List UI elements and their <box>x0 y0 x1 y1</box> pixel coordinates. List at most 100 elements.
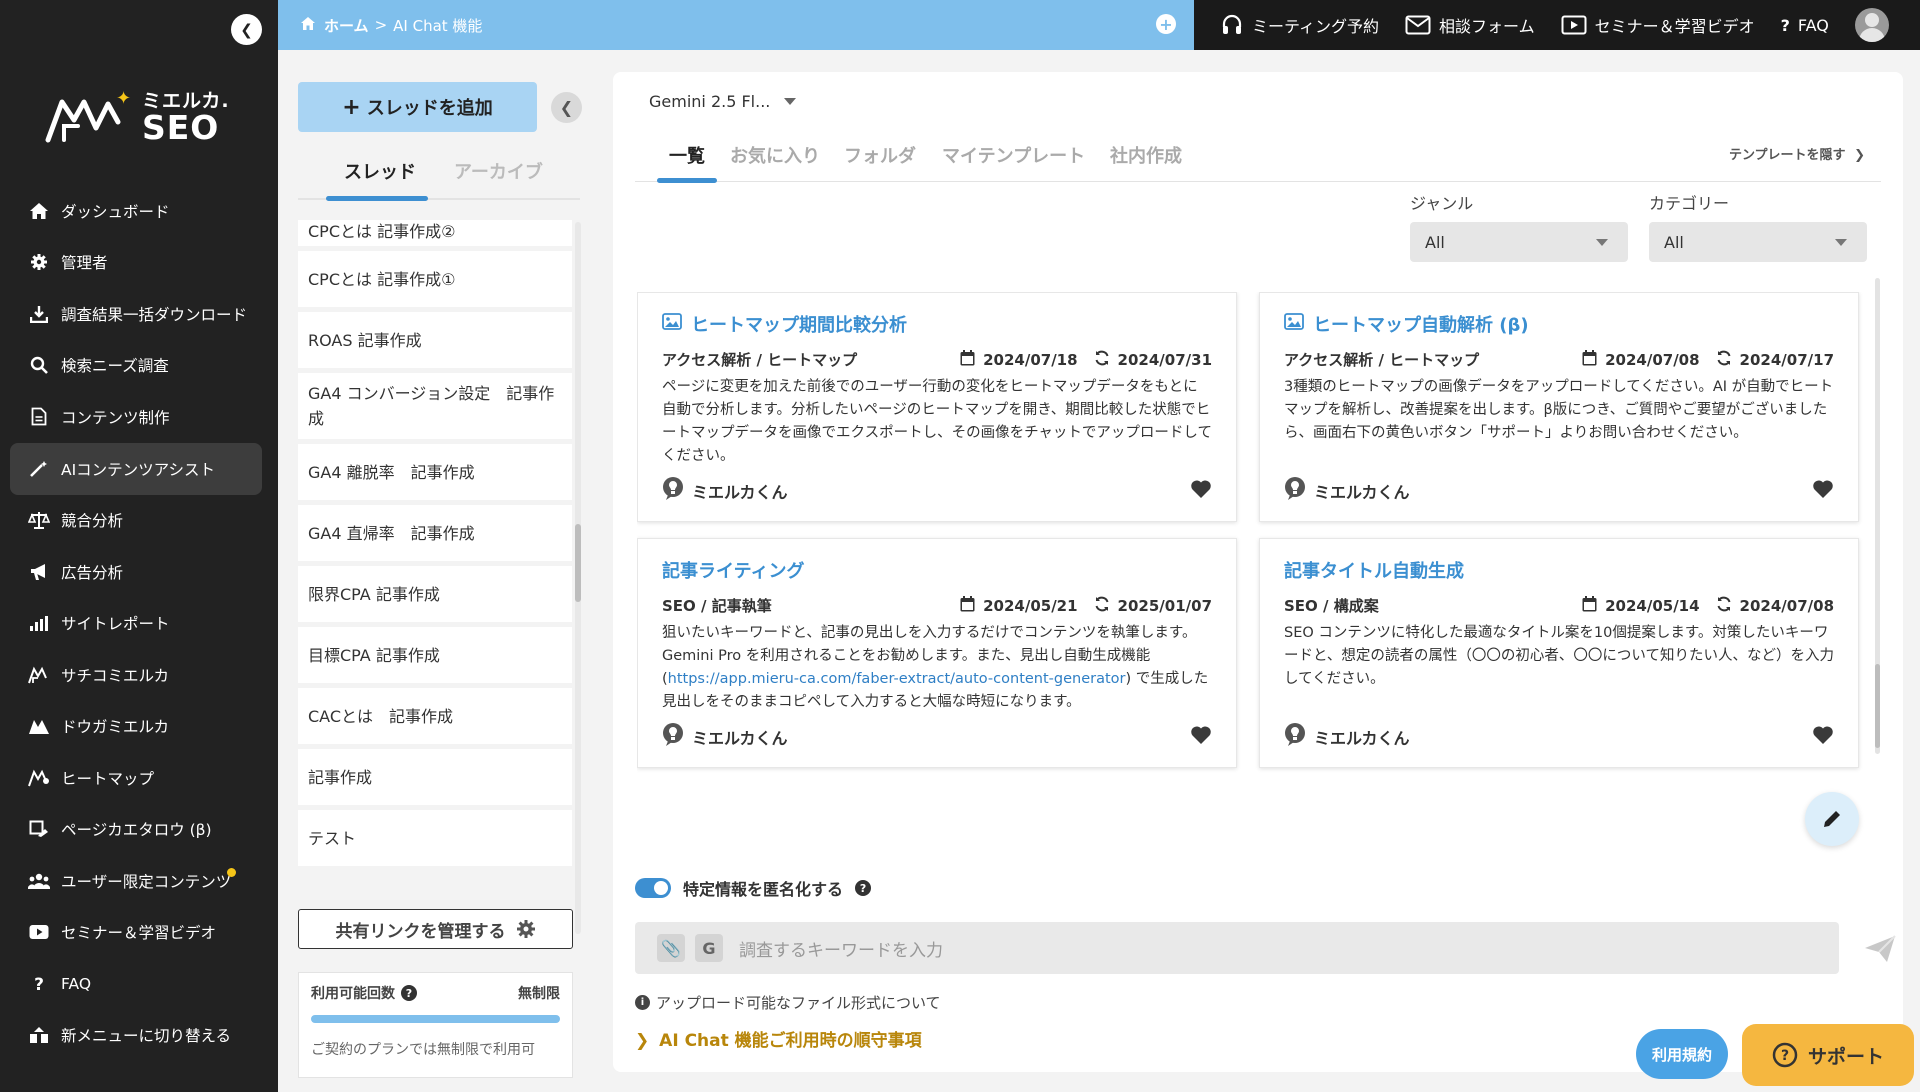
heart-icon[interactable] <box>1190 479 1212 503</box>
anonymize-toggle[interactable] <box>635 878 671 898</box>
sidebar-item-label: 広告分析 <box>61 563 124 582</box>
sidebar-item[interactable]: サイトレポート <box>10 598 262 650</box>
heart-icon[interactable] <box>1812 479 1834 503</box>
card-title[interactable]: ヒートマップ期間比較分析 <box>662 311 1212 337</box>
tab-internal[interactable]: 社内作成 <box>1110 142 1182 168</box>
upload-formats-label: アップロード可能なファイル形式について <box>656 994 941 1012</box>
upload-formats-note[interactable]: i アップロード可能なファイル形式について <box>635 992 941 1013</box>
sidebar-item[interactable]: 管理者 <box>10 237 262 289</box>
template-card[interactable]: 記事ライティング SEO / 記事執筆 2024/05/21 2025/01/07 狙い… <box>637 538 1237 768</box>
sidebar-item-label: AIコンテンツアシスト <box>61 460 216 479</box>
thread-item[interactable]: 目標CPA 記事作成 <box>298 627 572 683</box>
card-tag: SEO / 構成案 <box>1284 597 1379 615</box>
send-button[interactable] <box>1863 934 1897 968</box>
sidebar-item-label: 管理者 <box>61 254 108 273</box>
caret-down-icon <box>784 98 797 105</box>
sidebar-item[interactable]: 検索ニーズ調査 <box>10 340 262 392</box>
compliance-notice-link[interactable]: ❯ AI Chat 機能ご利用時の順守事項 <box>635 1026 922 1051</box>
tab-folders[interactable]: フォルダ <box>844 142 916 168</box>
sidebar-item[interactable]: 広告分析 <box>10 546 262 598</box>
usage-box: 利用可能回数 ? 無制限 ご契約のプランでは無制限で利用可 <box>298 972 573 1078</box>
sidebar-item[interactable]: 調査結果一括ダウンロード <box>10 288 262 340</box>
sidebar-item[interactable]: ? FAQ <box>10 958 262 1010</box>
template-card[interactable]: ヒートマップ自動解析 (β) アクセス解析 / ヒートマップ 2024/07/08 2… <box>1259 292 1859 522</box>
paperclip-icon[interactable]: 📎 <box>657 934 685 962</box>
sidebar-item[interactable]: セミナー＆学習ビデオ <box>10 907 262 959</box>
thread-item[interactable]: GA4 直帰率 記事作成 <box>298 505 572 561</box>
card-desc-link[interactable]: https://app.mieru-ca.com/faber-extract/a… <box>668 671 1126 687</box>
sidebar-item[interactable]: 新メニューに切り替える <box>10 1010 262 1062</box>
seminar-link[interactable]: セミナー＆学習ビデオ <box>1561 13 1755 37</box>
card-desc-text: SEO コンテンツに特化した最適なタイトル案を10個提案します。対策したいキーワ… <box>1284 625 1834 687</box>
help-icon[interactable]: ? <box>401 985 417 1001</box>
thread-item[interactable]: CACとは 記事作成 <box>298 688 572 744</box>
user-avatar[interactable] <box>1854 8 1889 42</box>
hide-templates-label: テンプレートを隠す <box>1728 148 1846 163</box>
tab-favorites[interactable]: お気に入り <box>730 142 820 168</box>
card-title-text: ヒートマップ自動解析 (β) <box>1313 315 1529 336</box>
thread-item[interactable]: GA4 コンバージョン設定 記事作成 <box>298 373 572 439</box>
heart-icon[interactable] <box>1190 725 1212 749</box>
megaphone-icon <box>28 561 50 583</box>
cards-scrollbar[interactable] <box>1875 278 1880 754</box>
sidebar-item[interactable]: コンテンツ制作 <box>10 391 262 443</box>
card-footer: ミエルカくん <box>1284 477 1834 505</box>
add-thread-button[interactable]: + スレッドを追加 <box>298 82 537 132</box>
card-footer: ミエルカくん <box>1284 723 1834 751</box>
faq-link[interactable]: ? FAQ <box>1781 16 1829 35</box>
thread-item[interactable]: 記事作成 <box>298 749 572 805</box>
video-icon <box>28 921 50 943</box>
model-selector[interactable]: Gemini 2.5 Fl... <box>649 92 797 111</box>
tab-all[interactable]: 一覧 <box>657 142 717 183</box>
template-card[interactable]: 記事タイトル自動生成 SEO / 構成案 2024/05/14 2024/07/08 S… <box>1259 538 1859 768</box>
sidebar-item[interactable]: 競合分析 <box>10 495 262 547</box>
terms-button[interactable]: 利用規約 <box>1636 1029 1728 1079</box>
card-title[interactable]: 記事ライティング <box>662 557 1212 583</box>
contact-link[interactable]: 相談フォーム <box>1405 13 1535 37</box>
sidebar-item[interactable]: ユーザー限定コンテンツ <box>10 855 262 907</box>
sidebar-item[interactable]: ページカエタロウ (β) <box>10 804 262 856</box>
tab-my-templates[interactable]: マイテンプレート <box>942 142 1085 168</box>
card-title[interactable]: ヒートマップ自動解析 (β) <box>1284 311 1834 337</box>
manage-share-links-button[interactable]: 共有リンクを管理する <box>298 909 573 949</box>
thread-item[interactable]: ROAS 記事作成 <box>298 312 572 368</box>
sidebar-item[interactable]: サチコミエルカ <box>10 649 262 701</box>
thread-item[interactable]: CPCとは 記事作成① <box>298 251 572 307</box>
support-button[interactable]: ? サポート <box>1742 1024 1914 1086</box>
tab-archive[interactable]: アーカイブ <box>416 148 543 198</box>
heart-icon[interactable] <box>1812 725 1834 749</box>
image-icon <box>662 313 682 335</box>
thread-item[interactable]: 限界CPA 記事作成 <box>298 566 572 622</box>
hide-templates-link[interactable]: テンプレートを隠す ❯ <box>1729 144 1865 163</box>
genre-select[interactable]: All <box>1410 222 1628 262</box>
sidebar-item[interactable]: ドウガミエルカ <box>10 701 262 753</box>
switch-icon <box>28 1024 50 1046</box>
thread-list-scrollbar[interactable] <box>575 222 581 934</box>
chat-input-placeholder: 調査するキーワードを入力 <box>739 940 943 961</box>
logo[interactable]: ✦ ミエルカ. SEO <box>44 90 230 146</box>
google-search-icon[interactable]: G <box>695 934 723 962</box>
threads-panel: + スレッドを追加 ❮ スレッド アーカイブ CPCとは 記事作成② CPCとは … <box>278 50 598 1092</box>
edit-fab-button[interactable] <box>1805 792 1859 846</box>
sidebar-item[interactable]: AIコンテンツアシスト <box>10 442 262 495</box>
category-select[interactable]: All <box>1649 222 1867 262</box>
meeting-link[interactable]: ミーティング予約 <box>1220 13 1379 37</box>
breadcrumb-home-link[interactable]: ホーム <box>324 15 369 36</box>
help-icon[interactable]: ? <box>855 880 872 896</box>
card-title[interactable]: 記事タイトル自動生成 <box>1284 557 1834 583</box>
calendar-icon <box>1582 349 1597 370</box>
thread-item[interactable]: GA4 離脱率 記事作成 <box>298 444 572 500</box>
chat-input[interactable]: 📎 G 調査するキーワードを入力 <box>635 922 1839 974</box>
thread-item[interactable]: CPCとは 記事作成② <box>298 220 572 246</box>
sidebar-item[interactable]: ヒートマップ <box>10 752 262 804</box>
template-card[interactable]: ヒートマップ期間比較分析 アクセス解析 / ヒートマップ 2024/07/18 202… <box>637 292 1237 522</box>
sidebar-collapse-button[interactable]: ❮ <box>231 14 262 45</box>
genre-select-value: All <box>1425 232 1445 252</box>
thread-item[interactable]: テスト <box>298 810 572 866</box>
tab-threads[interactable]: スレッド <box>298 148 428 201</box>
card-dates: 2024/07/18 2024/07/31 <box>960 349 1212 370</box>
sidebar-item[interactable]: ダッシュボード <box>10 185 262 237</box>
thread-panel-collapse-button[interactable]: ❮ <box>551 92 582 123</box>
add-bookmark-button[interactable]: + <box>1156 14 1176 34</box>
sidebar-item-label: コンテンツ制作 <box>61 408 170 427</box>
